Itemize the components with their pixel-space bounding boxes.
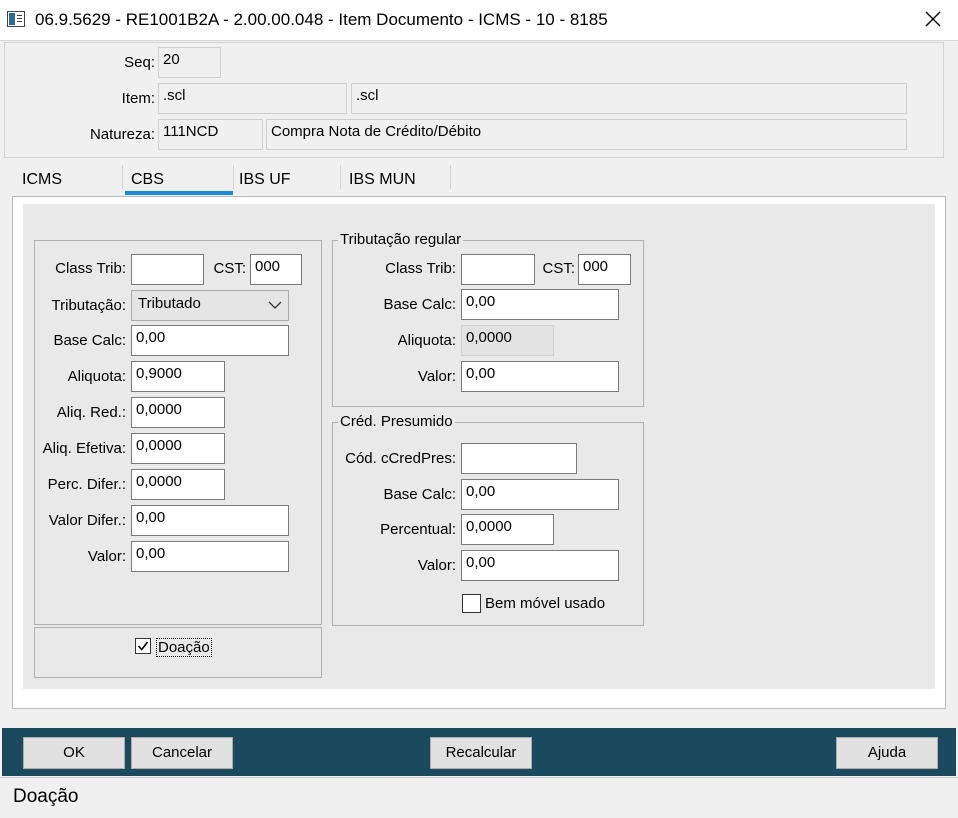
- help-button[interactable]: Ajuda: [836, 737, 938, 769]
- aliq-efetiva-label: Aliq. Efetiva:: [42, 440, 126, 457]
- item-description-field[interactable]: .scl: [351, 83, 907, 114]
- seq-label: Seq:: [124, 54, 155, 71]
- tributacao-selected-value: Tributado: [138, 295, 201, 312]
- ok-button[interactable]: OK: [23, 737, 125, 769]
- aliq-red-input[interactable]: 0,0000: [131, 397, 225, 428]
- regular-base-calc-input[interactable]: 0,00: [461, 289, 619, 320]
- recalcular-button[interactable]: Recalcular: [430, 737, 532, 769]
- cancel-button[interactable]: Cancelar: [131, 737, 233, 769]
- doacao-checkbox[interactable]: [135, 638, 151, 654]
- status-bar: [0, 777, 958, 818]
- valor-label: Valor:: [87, 548, 126, 565]
- class-trib-input[interactable]: [131, 254, 204, 285]
- valor-input[interactable]: 0,00: [131, 541, 289, 572]
- tab-separator: [450, 165, 451, 189]
- perc-difer-input[interactable]: 0,0000: [131, 469, 225, 500]
- tab-ibs-uf[interactable]: IBS UF: [239, 171, 291, 189]
- cod-ccredpres-label: Cód. cCredPres:: [345, 450, 456, 467]
- chevron-down-icon: [268, 301, 282, 309]
- natureza-label: Natureza:: [89, 126, 155, 143]
- active-tab-indicator: [125, 191, 233, 195]
- perc-difer-label: Perc. Difer.:: [47, 476, 126, 493]
- percentual-input[interactable]: 0,0000: [461, 514, 554, 545]
- presumido-base-calc-label: Base Calc:: [383, 486, 456, 503]
- percentual-label: Percentual:: [380, 521, 456, 538]
- cst-label: CST:: [213, 260, 246, 277]
- class-trib-label: Class Trib:: [55, 260, 126, 277]
- regular-valor-input[interactable]: 0,00: [461, 361, 619, 392]
- valor-difer-label: Valor Difer.:: [48, 512, 126, 529]
- presumido-valor-label: Valor:: [417, 557, 456, 574]
- base-calc-label: Base Calc:: [53, 332, 126, 349]
- regular-aliquota-field: 0,0000: [461, 325, 554, 356]
- item-label: Item:: [121, 90, 155, 107]
- natureza-description-field[interactable]: Compra Nota de Crédito/Débito: [266, 119, 907, 150]
- base-calc-input[interactable]: 0,00: [131, 325, 289, 356]
- cred-presumido-legend: Créd. Presumido: [338, 413, 455, 430]
- aliquota-label: Aliquota:: [67, 368, 126, 385]
- cod-ccredpres-input[interactable]: [461, 443, 577, 474]
- regular-cst-input[interactable]: 000: [578, 254, 631, 285]
- tab-cbs[interactable]: CBS: [131, 171, 164, 189]
- natureza-code-field[interactable]: 111NCD: [158, 119, 263, 150]
- tab-ibs-mun[interactable]: IBS MUN: [349, 171, 416, 189]
- checkmark-icon: [137, 641, 149, 651]
- tributacao-select[interactable]: Tributado: [131, 290, 289, 321]
- doacao-checkbox-label[interactable]: Doação: [156, 638, 212, 657]
- valor-difer-input[interactable]: 0,00: [131, 505, 289, 536]
- tab-separator: [340, 165, 341, 189]
- presumido-valor-input[interactable]: 0,00: [461, 550, 619, 581]
- regular-valor-label: Valor:: [417, 368, 456, 385]
- tributacao-regular-legend: Tributação regular: [338, 231, 464, 248]
- regular-cst-label: CST:: [542, 260, 575, 277]
- aliquota-input[interactable]: 0,9000: [131, 361, 225, 392]
- aliq-red-label: Aliq. Red.:: [56, 404, 126, 421]
- regular-base-calc-label: Base Calc:: [383, 296, 456, 313]
- tab-icms[interactable]: ICMS: [22, 171, 62, 189]
- seq-field[interactable]: 20: [158, 47, 221, 78]
- regular-class-trib-input[interactable]: [461, 254, 535, 285]
- close-icon[interactable]: [922, 8, 944, 30]
- aliq-efetiva-input[interactable]: 0,0000: [131, 433, 225, 464]
- tab-separator: [122, 165, 123, 189]
- tributacao-label: Tributação:: [51, 297, 126, 314]
- item-code-field[interactable]: .scl: [158, 83, 347, 114]
- app-window-icon: [7, 11, 25, 27]
- bem-movel-usado-label: Bem móvel usado: [485, 595, 606, 612]
- regular-class-trib-label: Class Trib:: [385, 260, 456, 277]
- tab-separator: [233, 165, 234, 189]
- status-bar-text: Doação: [13, 786, 79, 807]
- window-title: 06.9.5629 - RE1001B2A - 2.00.00.048 - It…: [35, 10, 608, 29]
- presumido-base-calc-input[interactable]: 0,00: [461, 479, 619, 510]
- bem-movel-usado-checkbox[interactable]: [462, 594, 481, 613]
- cst-input[interactable]: 000: [250, 254, 302, 285]
- regular-aliquota-label: Aliquota:: [397, 332, 456, 349]
